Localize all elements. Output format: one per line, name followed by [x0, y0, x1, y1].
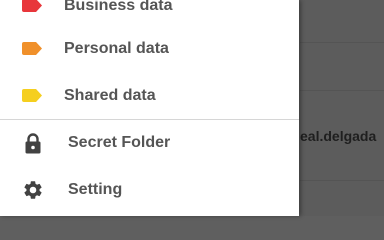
lock-icon: [25, 133, 41, 154]
gear-icon: [24, 181, 42, 199]
drawer-item-setting[interactable]: Setting: [0, 167, 299, 213]
navigation-drawer: Business data Personal data Shared data …: [0, 0, 299, 216]
drawer-item-label: Setting: [68, 181, 123, 198]
tag-icon: [22, 89, 42, 102]
drawer-item-secret-folder[interactable]: Secret Folder: [0, 120, 299, 166]
drawer-item-label: Business data: [64, 0, 173, 14]
tag-icon: [22, 42, 42, 55]
drawer-item-label: Personal data: [64, 40, 169, 57]
drawer-item-label: Secret Folder: [68, 134, 171, 151]
drawer-item-business-data[interactable]: Business data: [0, 0, 299, 29]
drawer-item-personal-data[interactable]: Personal data: [0, 26, 299, 72]
list-divider: [300, 90, 384, 91]
tag-icon: [22, 0, 42, 12]
list-item-email[interactable]: eal.delgada: [300, 128, 376, 144]
drawer-item-shared-data[interactable]: Shared data: [0, 73, 299, 119]
list-divider: [300, 180, 384, 181]
list-divider: [300, 42, 384, 43]
drawer-item-label: Shared data: [64, 87, 156, 104]
